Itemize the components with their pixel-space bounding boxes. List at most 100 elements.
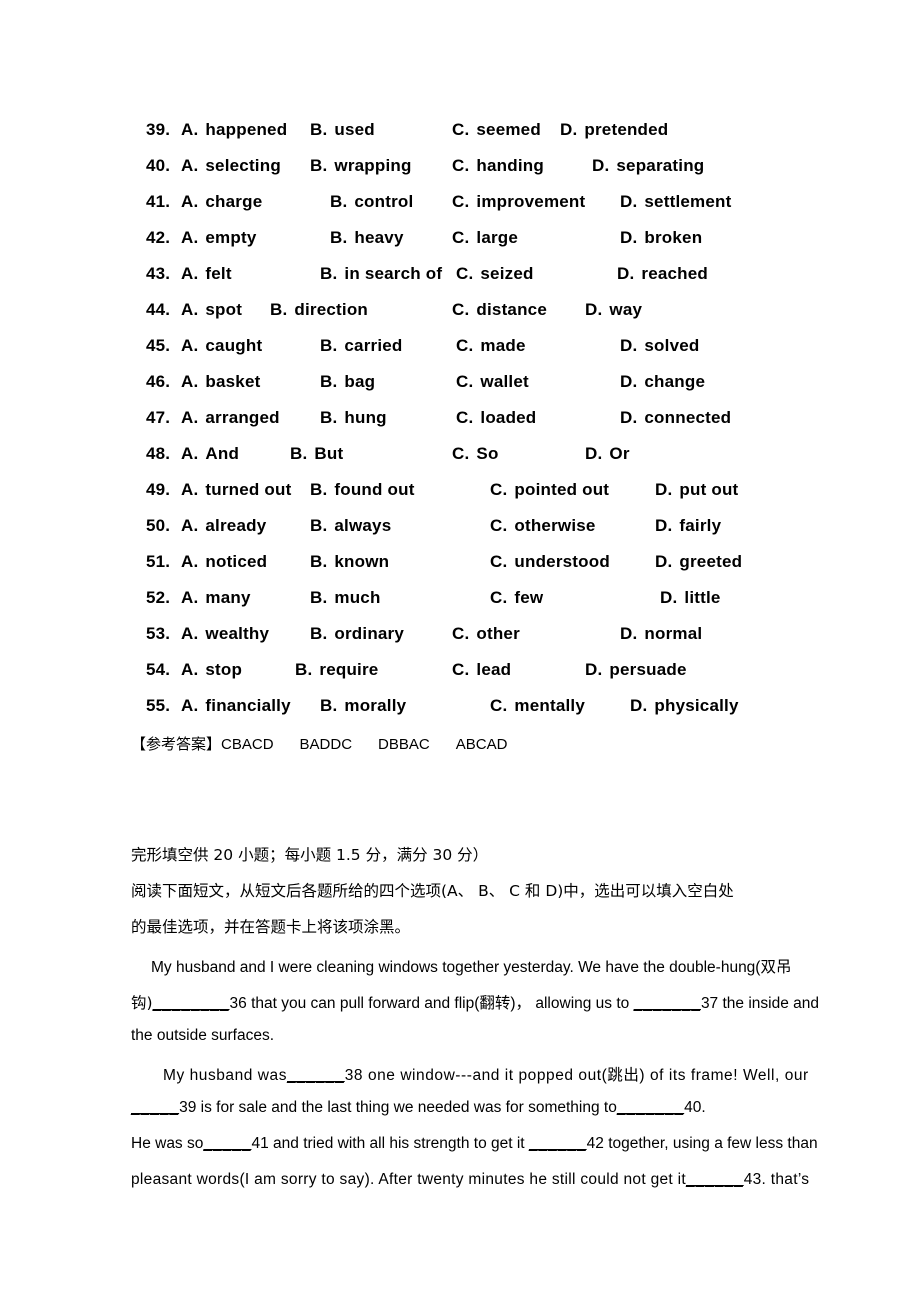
- question-option[interactable]: D. solved: [620, 336, 699, 356]
- question-option[interactable]: C. wallet: [456, 372, 529, 392]
- option-text: mentally: [514, 696, 585, 715]
- option-letter: D.: [585, 444, 603, 463]
- question-number: 54.: [146, 660, 171, 679]
- question-option[interactable]: A. empty: [181, 228, 256, 248]
- question-option[interactable]: B. used: [310, 120, 375, 140]
- option-letter: A.: [181, 120, 199, 139]
- question-option[interactable]: C. made: [456, 336, 526, 356]
- question-option[interactable]: C. understood: [490, 552, 610, 572]
- question-option[interactable]: D. way: [585, 300, 642, 320]
- question-option[interactable]: C. other: [452, 624, 520, 644]
- question-option[interactable]: B. ordinary: [310, 624, 404, 644]
- passage-line-4-lead: My husband was: [163, 1067, 288, 1084]
- question-number: 50.: [146, 516, 171, 535]
- option-text: other: [476, 624, 520, 643]
- question-option[interactable]: D. put out: [655, 480, 738, 500]
- option-letter: A.: [181, 624, 199, 643]
- question-option[interactable]: D. reached: [617, 264, 708, 284]
- option-text: solved: [644, 336, 700, 355]
- question-option[interactable]: D. broken: [620, 228, 702, 248]
- question-option[interactable]: A. And: [181, 444, 239, 464]
- question-row: 54. A. stop B. require C. lead D. persuade: [0, 652, 920, 688]
- question-option[interactable]: C. improvement: [452, 192, 585, 212]
- question-option[interactable]: D. connected: [620, 408, 731, 428]
- question-option[interactable]: B. carried: [320, 336, 403, 356]
- option-text: wealthy: [205, 624, 270, 643]
- question-option[interactable]: D. little: [660, 588, 721, 608]
- question-option[interactable]: A. stop: [181, 660, 242, 680]
- question-option[interactable]: B. hung: [320, 408, 387, 428]
- question-option[interactable]: C. seized: [456, 264, 534, 284]
- question-option[interactable]: B. much: [310, 588, 381, 608]
- option-text: felt: [205, 264, 232, 283]
- question-option[interactable]: A. happened: [181, 120, 287, 140]
- option-letter: B.: [310, 120, 328, 139]
- question-option[interactable]: B. in search of: [320, 264, 442, 284]
- option-letter: B.: [310, 588, 328, 607]
- question-option[interactable]: A. felt: [181, 264, 232, 284]
- question-option[interactable]: B. known: [310, 552, 389, 572]
- question-option[interactable]: D. change: [620, 372, 705, 392]
- question-option[interactable]: B. found out: [310, 480, 415, 500]
- option-text: connected: [644, 408, 732, 427]
- question-option[interactable]: A. wealthy: [181, 624, 269, 644]
- question-option[interactable]: B. morally: [320, 696, 406, 716]
- question-option[interactable]: A. financially: [181, 696, 291, 716]
- passage-line-1: My husband and I were cleaning windows t…: [151, 955, 791, 977]
- question-row: 44. A. spot B. direction C. distance D. way: [0, 292, 920, 328]
- question-option[interactable]: D. normal: [620, 624, 702, 644]
- question-option[interactable]: C. So: [452, 444, 499, 464]
- passage-line-2-mid: 36 that you can pull forward and flip(翻转…: [229, 995, 634, 1012]
- option-letter: B.: [290, 444, 308, 463]
- question-number: 44.: [146, 300, 171, 319]
- question-option[interactable]: B. control: [330, 192, 413, 212]
- question-option[interactable]: C. distance: [452, 300, 547, 320]
- question-option[interactable]: D. physically: [630, 696, 739, 716]
- question-option[interactable]: A. basket: [181, 372, 260, 392]
- question-option[interactable]: D. pretended: [560, 120, 668, 140]
- question-option[interactable]: B. But: [290, 444, 343, 464]
- question-option[interactable]: B. heavy: [330, 228, 404, 248]
- question-option[interactable]: D. greeted: [655, 552, 742, 572]
- question-option[interactable]: A. caught: [181, 336, 262, 356]
- question-option[interactable]: D. persuade: [585, 660, 687, 680]
- question-option[interactable]: D. Or: [585, 444, 630, 464]
- question-option[interactable]: C. otherwise: [490, 516, 596, 536]
- question-option[interactable]: A. already: [181, 516, 266, 536]
- option-letter: C.: [490, 480, 508, 499]
- option-text: large: [476, 228, 519, 247]
- option-letter: D.: [655, 480, 673, 499]
- question-option[interactable]: B. direction: [270, 300, 368, 320]
- question-option[interactable]: D. separating: [592, 156, 704, 176]
- question-option[interactable]: C. lead: [452, 660, 511, 680]
- question-option[interactable]: C. loaded: [456, 408, 536, 428]
- question-option[interactable]: C. seemed: [452, 120, 541, 140]
- question-option[interactable]: B. bag: [320, 372, 375, 392]
- option-letter: D.: [655, 552, 673, 571]
- question-option[interactable]: C. handing: [452, 156, 544, 176]
- question-row: 39. A. happened B. used C. seemed D. pretended: [0, 112, 920, 148]
- question-option[interactable]: B. require: [295, 660, 378, 680]
- question-option[interactable]: C. large: [452, 228, 518, 248]
- question-option[interactable]: A. selecting: [181, 156, 281, 176]
- cloze-section-heading: 完形填空供 20 小题；每小题 1.5 分，满分 30 分）: [131, 846, 489, 864]
- question-option[interactable]: A. arranged: [181, 408, 280, 428]
- question-option[interactable]: A. turned out: [181, 480, 291, 500]
- option-text: And: [205, 444, 240, 463]
- question-option[interactable]: C. pointed out: [490, 480, 609, 500]
- question-option[interactable]: D. settlement: [620, 192, 731, 212]
- question-option[interactable]: A. charge: [181, 192, 262, 212]
- question-option[interactable]: D. fairly: [655, 516, 721, 536]
- question-option[interactable]: C. few: [490, 588, 543, 608]
- question-option[interactable]: A. noticed: [181, 552, 267, 572]
- question-number: 49.: [146, 480, 171, 499]
- option-letter: D.: [620, 372, 638, 391]
- question-option[interactable]: A. many: [181, 588, 251, 608]
- question-number: 51.: [146, 552, 171, 571]
- question-option[interactable]: B. always: [310, 516, 391, 536]
- question-number: 48.: [146, 444, 171, 463]
- question-option[interactable]: C. mentally: [490, 696, 585, 716]
- option-letter: A.: [181, 696, 199, 715]
- question-option[interactable]: A. spot: [181, 300, 242, 320]
- question-option[interactable]: B. wrapping: [310, 156, 412, 176]
